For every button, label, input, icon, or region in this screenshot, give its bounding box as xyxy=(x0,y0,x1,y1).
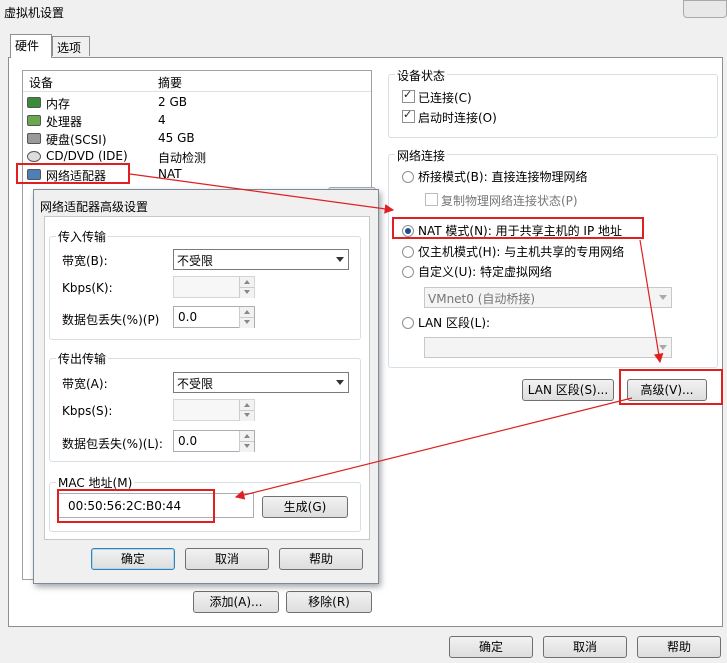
annotation-arrows xyxy=(129,173,664,500)
arrow-advanced-to-mac xyxy=(234,397,633,500)
tab-hardware-label: 硬件 xyxy=(15,39,40,53)
arrow-nat-to-advanced xyxy=(639,239,664,364)
tab-hardware[interactable]: 硬件 xyxy=(10,34,52,58)
arrow-adapter-to-nat xyxy=(129,173,395,214)
